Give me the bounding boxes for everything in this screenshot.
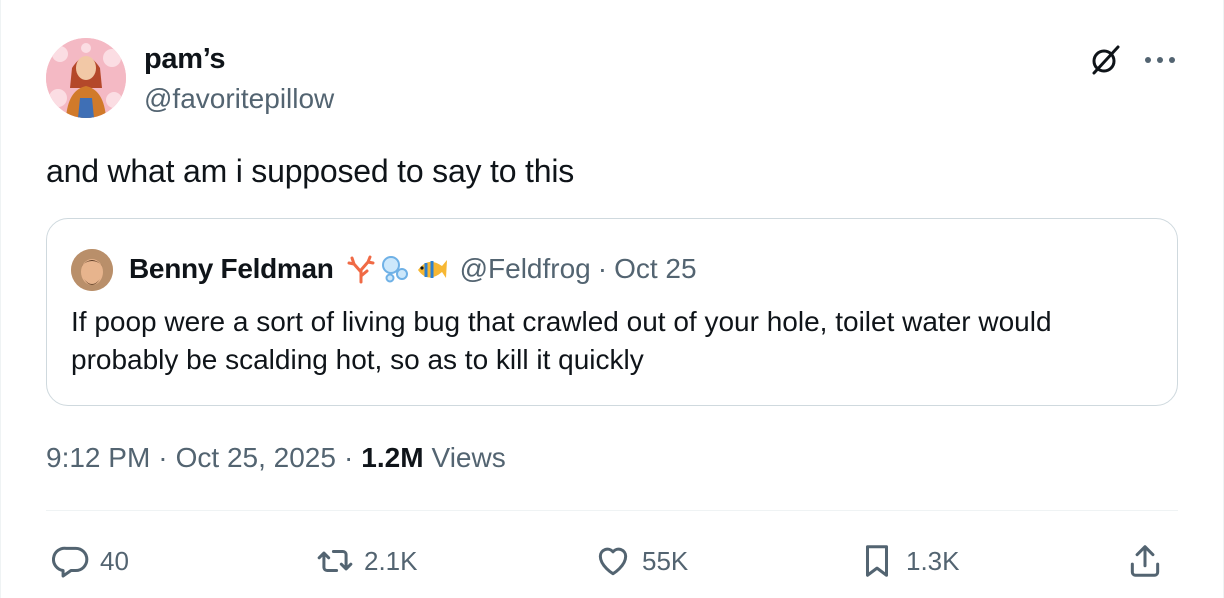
more-icon — [1145, 57, 1175, 63]
bookmark-icon — [865, 545, 889, 577]
quoted-tweet[interactable]: Benny Feldman @Feldfrog · Oct 25 If poop… — [46, 218, 1178, 406]
reply-button[interactable]: 40 — [52, 536, 129, 586]
bubbles-icon — [381, 256, 408, 283]
repost-icon — [317, 549, 353, 573]
share-icon — [1130, 545, 1160, 577]
tweet-text: and what am i supposed to say to this — [46, 153, 575, 189]
more-button[interactable] — [1138, 40, 1182, 80]
share-button[interactable] — [1126, 536, 1164, 586]
coral-icon — [347, 255, 375, 284]
views-label: Views — [431, 442, 506, 473]
like-count: 55K — [642, 545, 689, 576]
bookmark-button[interactable]: 1.3K — [858, 536, 960, 586]
heart-icon — [598, 547, 628, 576]
quoted-separator: · — [597, 253, 608, 284]
like-button[interactable]: 55K — [594, 536, 688, 586]
grok-icon — [1092, 45, 1120, 75]
action-bar: 40 2.1K 55K 1.3K — [46, 536, 1178, 586]
quoted-author-emojis — [346, 254, 448, 284]
tweet-date[interactable]: Oct 25, 2025 — [176, 442, 336, 474]
tweet-meta: 9:12 PM · Oct 25, 2025 · 1.2M Views — [46, 442, 506, 474]
author-avatar[interactable] — [46, 38, 126, 118]
tropical-fish-icon — [417, 260, 447, 278]
meta-separator: · — [343, 442, 354, 473]
repost-count: 2.1K — [364, 545, 418, 576]
divider — [46, 510, 1178, 511]
quoted-avatar[interactable] — [71, 249, 113, 291]
meta-separator: · — [158, 442, 168, 473]
reply-icon — [52, 546, 89, 578]
repost-button[interactable]: 2.1K — [316, 536, 418, 586]
reply-count: 40 — [100, 545, 129, 576]
tweet-time[interactable]: 9:12 PM — [46, 442, 150, 474]
quoted-date[interactable]: Oct 25 — [614, 253, 696, 285]
author-name[interactable]: pam’s — [144, 43, 226, 76]
author-handle[interactable]: @favoritepillow — [144, 83, 334, 115]
grok-button[interactable] — [1085, 40, 1125, 80]
bookmark-count: 1.3K — [906, 545, 960, 576]
views-count: 1.2M — [361, 442, 424, 473]
quoted-author-name[interactable]: Benny Feldman — [129, 253, 334, 285]
quoted-author-handle[interactable]: @Feldfrog — [460, 253, 591, 285]
quoted-text: If poop were a sort of living bug that c… — [71, 306, 1052, 375]
